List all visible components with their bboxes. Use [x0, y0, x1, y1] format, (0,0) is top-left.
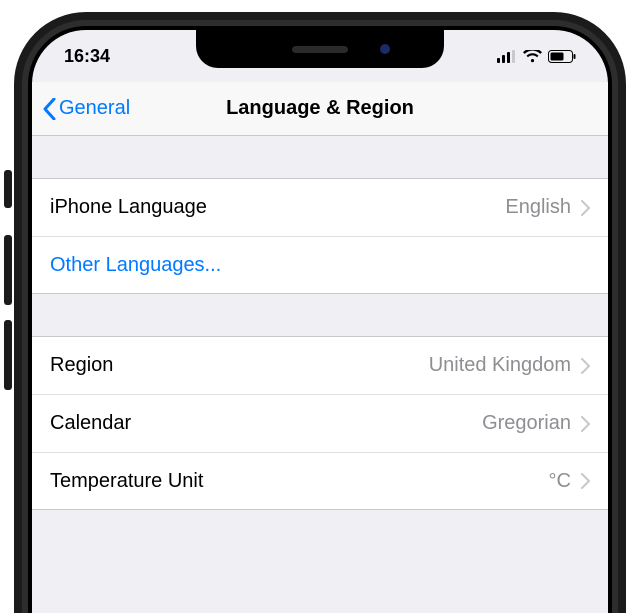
screen: 16:34: [32, 30, 608, 613]
row-iphone-language[interactable]: iPhone Language English: [32, 178, 608, 236]
row-label: iPhone Language: [50, 196, 505, 219]
cellular-icon: [497, 50, 517, 63]
volume-down-button: [4, 320, 12, 390]
chevron-right-icon: [581, 358, 590, 374]
row-label: Region: [50, 354, 429, 377]
battery-icon: [548, 50, 576, 63]
row-label: Other Languages...: [50, 254, 590, 277]
back-button[interactable]: General: [42, 97, 130, 120]
row-value: English: [505, 196, 571, 219]
group-language: iPhone Language English Other Languages.…: [32, 178, 608, 294]
front-camera: [380, 44, 390, 54]
device-mockup: 16:34: [0, 0, 640, 613]
back-label: General: [59, 97, 130, 120]
notch: [196, 30, 444, 68]
row-other-languages[interactable]: Other Languages...: [32, 236, 608, 294]
chevron-right-icon: [581, 416, 590, 432]
row-value: United Kingdom: [429, 354, 571, 377]
mute-switch: [4, 170, 12, 208]
row-label: Calendar: [50, 412, 482, 435]
row-label: Temperature Unit: [50, 470, 549, 493]
status-time: 16:34: [64, 46, 110, 67]
chevron-left-icon: [42, 98, 57, 120]
volume-up-button: [4, 235, 12, 305]
navigation-bar: General Language & Region: [32, 82, 608, 136]
group-region: Region United Kingdom Calendar Gregorian…: [32, 336, 608, 510]
speaker-grille: [292, 46, 348, 53]
row-temperature-unit[interactable]: Temperature Unit °C: [32, 452, 608, 510]
chevron-right-icon: [581, 200, 590, 216]
chevron-right-icon: [581, 473, 590, 489]
page-title: Language & Region: [226, 97, 414, 120]
wifi-icon: [523, 50, 542, 63]
row-region[interactable]: Region United Kingdom: [32, 336, 608, 394]
row-calendar[interactable]: Calendar Gregorian: [32, 394, 608, 452]
row-value: Gregorian: [482, 412, 571, 435]
row-value: °C: [549, 470, 571, 493]
